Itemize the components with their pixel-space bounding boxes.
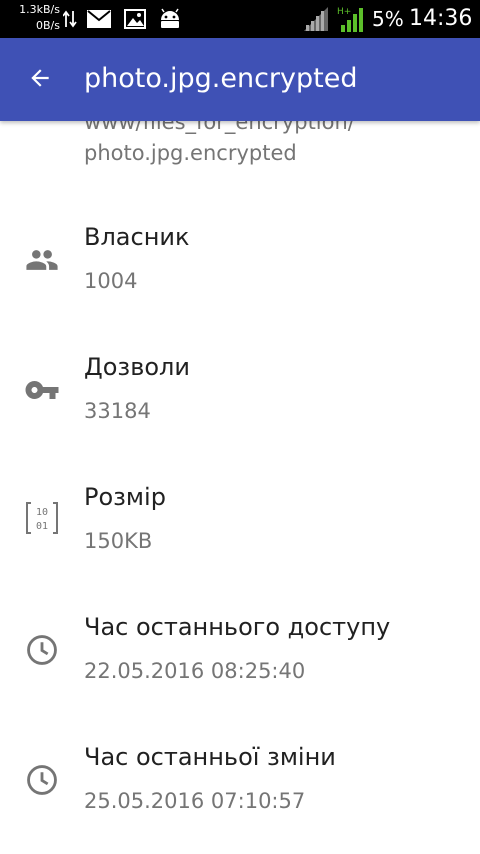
clock-icon [24, 762, 60, 798]
signal-icon [304, 7, 328, 35]
people-icon [24, 242, 60, 278]
property-label: Власник [84, 223, 190, 251]
property-value: 22.05.2016 08:25:40 [84, 659, 306, 683]
svg-text:10: 10 [36, 507, 48, 518]
file-properties-list: www/files_for_encryption/ photo.jpg.encr… [0, 121, 480, 854]
file-path-name: photo.jpg.encrypted [84, 141, 297, 165]
key-icon [24, 372, 60, 408]
battery-percent: 5% [372, 7, 404, 31]
property-last-access[interactable]: Час останнього доступу 22.05.2016 08:25:… [0, 610, 480, 720]
property-label: Розмір [84, 483, 166, 511]
clock-time: 14:36 [409, 6, 473, 31]
network-type-label: H+ [337, 7, 351, 17]
network-speed: 1.3kB/s 0B/s [4, 2, 60, 34]
property-value: 25.05.2016 07:10:57 [84, 789, 306, 813]
property-value: 33184 [84, 399, 151, 423]
mobile-signal-icon: H+ [337, 5, 365, 37]
network-speed-down: 0B/s [36, 19, 60, 32]
property-label: Час останньої зміни [84, 743, 336, 771]
data-transfer-icon [62, 9, 77, 33]
network-speed-up: 1.3kB/s [19, 3, 60, 16]
property-value: 1004 [84, 269, 138, 293]
arrow-back-icon [27, 65, 53, 95]
svg-text:01: 01 [36, 521, 48, 532]
property-last-modified[interactable]: Час останньої зміни 25.05.2016 07:10:57 [0, 740, 480, 850]
property-label: Дозволи [84, 353, 190, 381]
binary-icon: 10 01 [24, 500, 60, 536]
screen: 1.3kB/s 0B/s H+ 5% 14:36 photo.jpg.encry… [0, 0, 480, 854]
file-path-partial: www/files_for_encryption/ [84, 121, 355, 134]
page-title: photo.jpg.encrypted [84, 63, 358, 94]
android-icon [158, 8, 182, 34]
property-permissions[interactable]: Дозволи 33184 [0, 350, 480, 460]
back-button[interactable] [18, 58, 62, 102]
clock-icon [24, 632, 60, 668]
property-owner[interactable]: Власник 1004 [0, 220, 480, 330]
image-icon [124, 9, 146, 33]
status-bar: 1.3kB/s 0B/s H+ 5% 14:36 [0, 0, 480, 38]
mail-icon [87, 10, 111, 32]
property-value: 150KB [84, 529, 153, 553]
property-size[interactable]: 10 01 Розмір 150KB [0, 480, 480, 590]
app-bar: photo.jpg.encrypted [0, 38, 480, 121]
property-label: Час останнього доступу [84, 613, 391, 641]
